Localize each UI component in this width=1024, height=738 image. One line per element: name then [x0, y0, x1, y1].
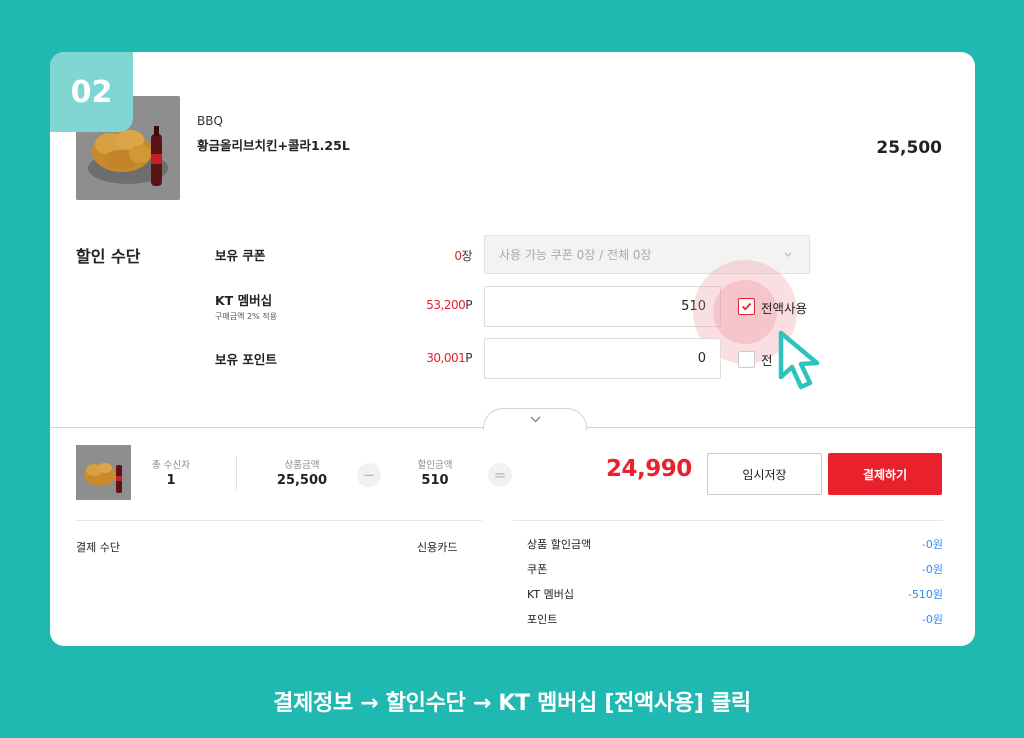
breakdown-value: -510원	[907, 588, 943, 601]
membership-points-unit: P	[465, 298, 472, 312]
membership-use-all-checkbox[interactable]	[738, 298, 755, 315]
product-name: 황금올리브치킨+콜라1.25L	[197, 138, 350, 153]
breakdown-divider	[513, 520, 943, 521]
membership-input[interactable]: 510	[484, 286, 721, 327]
collapse-toggle[interactable]	[483, 408, 587, 430]
membership-sub-label: 구매금액 2% 적용	[215, 312, 277, 321]
points-balance-value: 30,001	[426, 351, 466, 365]
total-amount: 24,990	[606, 456, 692, 482]
recipients-label: 총 수신자	[152, 460, 190, 471]
payment-divider	[76, 520, 482, 521]
check-icon	[741, 302, 752, 311]
breakdown-row: 상품 할인금액 -0원	[527, 536, 943, 561]
summary-product-image	[76, 445, 131, 500]
recipients-value: 1	[166, 473, 176, 488]
points-use-all-checkbox[interactable]	[738, 351, 755, 368]
membership-points: 53,200P	[426, 298, 472, 312]
discount-amount-label: 할인금액	[417, 460, 453, 471]
temp-save-button[interactable]: 임시저장	[707, 453, 822, 495]
points-input[interactable]: 0	[484, 338, 721, 379]
minus-icon: −	[357, 463, 381, 487]
breakdown-label: 쿠폰	[527, 563, 548, 576]
chevron-down-icon	[530, 416, 540, 423]
discount-section-title: 할인 수단	[76, 247, 141, 266]
chevron-down-icon	[784, 252, 792, 257]
coupon-count-unit: 장	[461, 249, 472, 263]
points-balance-unit: P	[465, 351, 472, 365]
product-amount-label: 상품금액	[284, 460, 320, 471]
breakdown-label: 상품 할인금액	[527, 538, 592, 551]
points-balance: 30,001P	[426, 351, 472, 365]
step-badge: 02	[50, 52, 133, 132]
product-amount-value: 25,500	[276, 473, 328, 488]
payment-method-label: 결제 수단	[76, 541, 120, 554]
summary-separator	[236, 456, 237, 490]
pay-button[interactable]: 결제하기	[828, 453, 942, 495]
membership-points-value: 53,200	[426, 298, 466, 312]
coupon-select-value: 사용 가능 쿠폰 0장 / 전체 0장	[499, 248, 652, 262]
coupon-count: 0장	[454, 247, 472, 264]
checkout-card: 02 BBQ 황금올리브치킨+콜라1.25L 25,500 할인 수단 보유 쿠…	[50, 52, 975, 646]
product-price: 25,500	[876, 138, 942, 158]
breakdown-label: KT 멤버십	[527, 588, 574, 601]
equals-icon: =	[488, 463, 512, 487]
breakdown-row: 쿠폰 -0원	[527, 561, 943, 586]
discount-breakdown: 상품 할인금액 -0원 쿠폰 -0원 KT 멤버십 -510원 포인트 -0원	[527, 536, 943, 636]
points-use-all-label[interactable]: 전	[761, 350, 773, 369]
breakdown-row: KT 멤버십 -510원	[527, 586, 943, 611]
breakdown-row: 포인트 -0원	[527, 611, 943, 636]
coupon-label: 보유 쿠폰	[215, 248, 266, 263]
mouse-pointer-icon	[778, 330, 820, 390]
breakdown-value: -0원	[921, 563, 943, 576]
membership-label: KT 멤버십	[215, 293, 273, 308]
points-label: 보유 포인트	[215, 352, 277, 367]
payment-method-value: 신용카드	[417, 541, 458, 554]
membership-use-all-label[interactable]: 전액사용	[761, 298, 807, 317]
breakdown-value: -0원	[921, 538, 943, 551]
breakdown-label: 포인트	[527, 613, 558, 626]
instruction-caption: 결제정보 → 할인수단 → KT 멤버십 [전액사용] 클릭	[273, 691, 751, 716]
breakdown-value: -0원	[921, 613, 943, 626]
discount-amount-value: 510	[421, 473, 449, 488]
product-brand: BBQ	[197, 114, 223, 128]
